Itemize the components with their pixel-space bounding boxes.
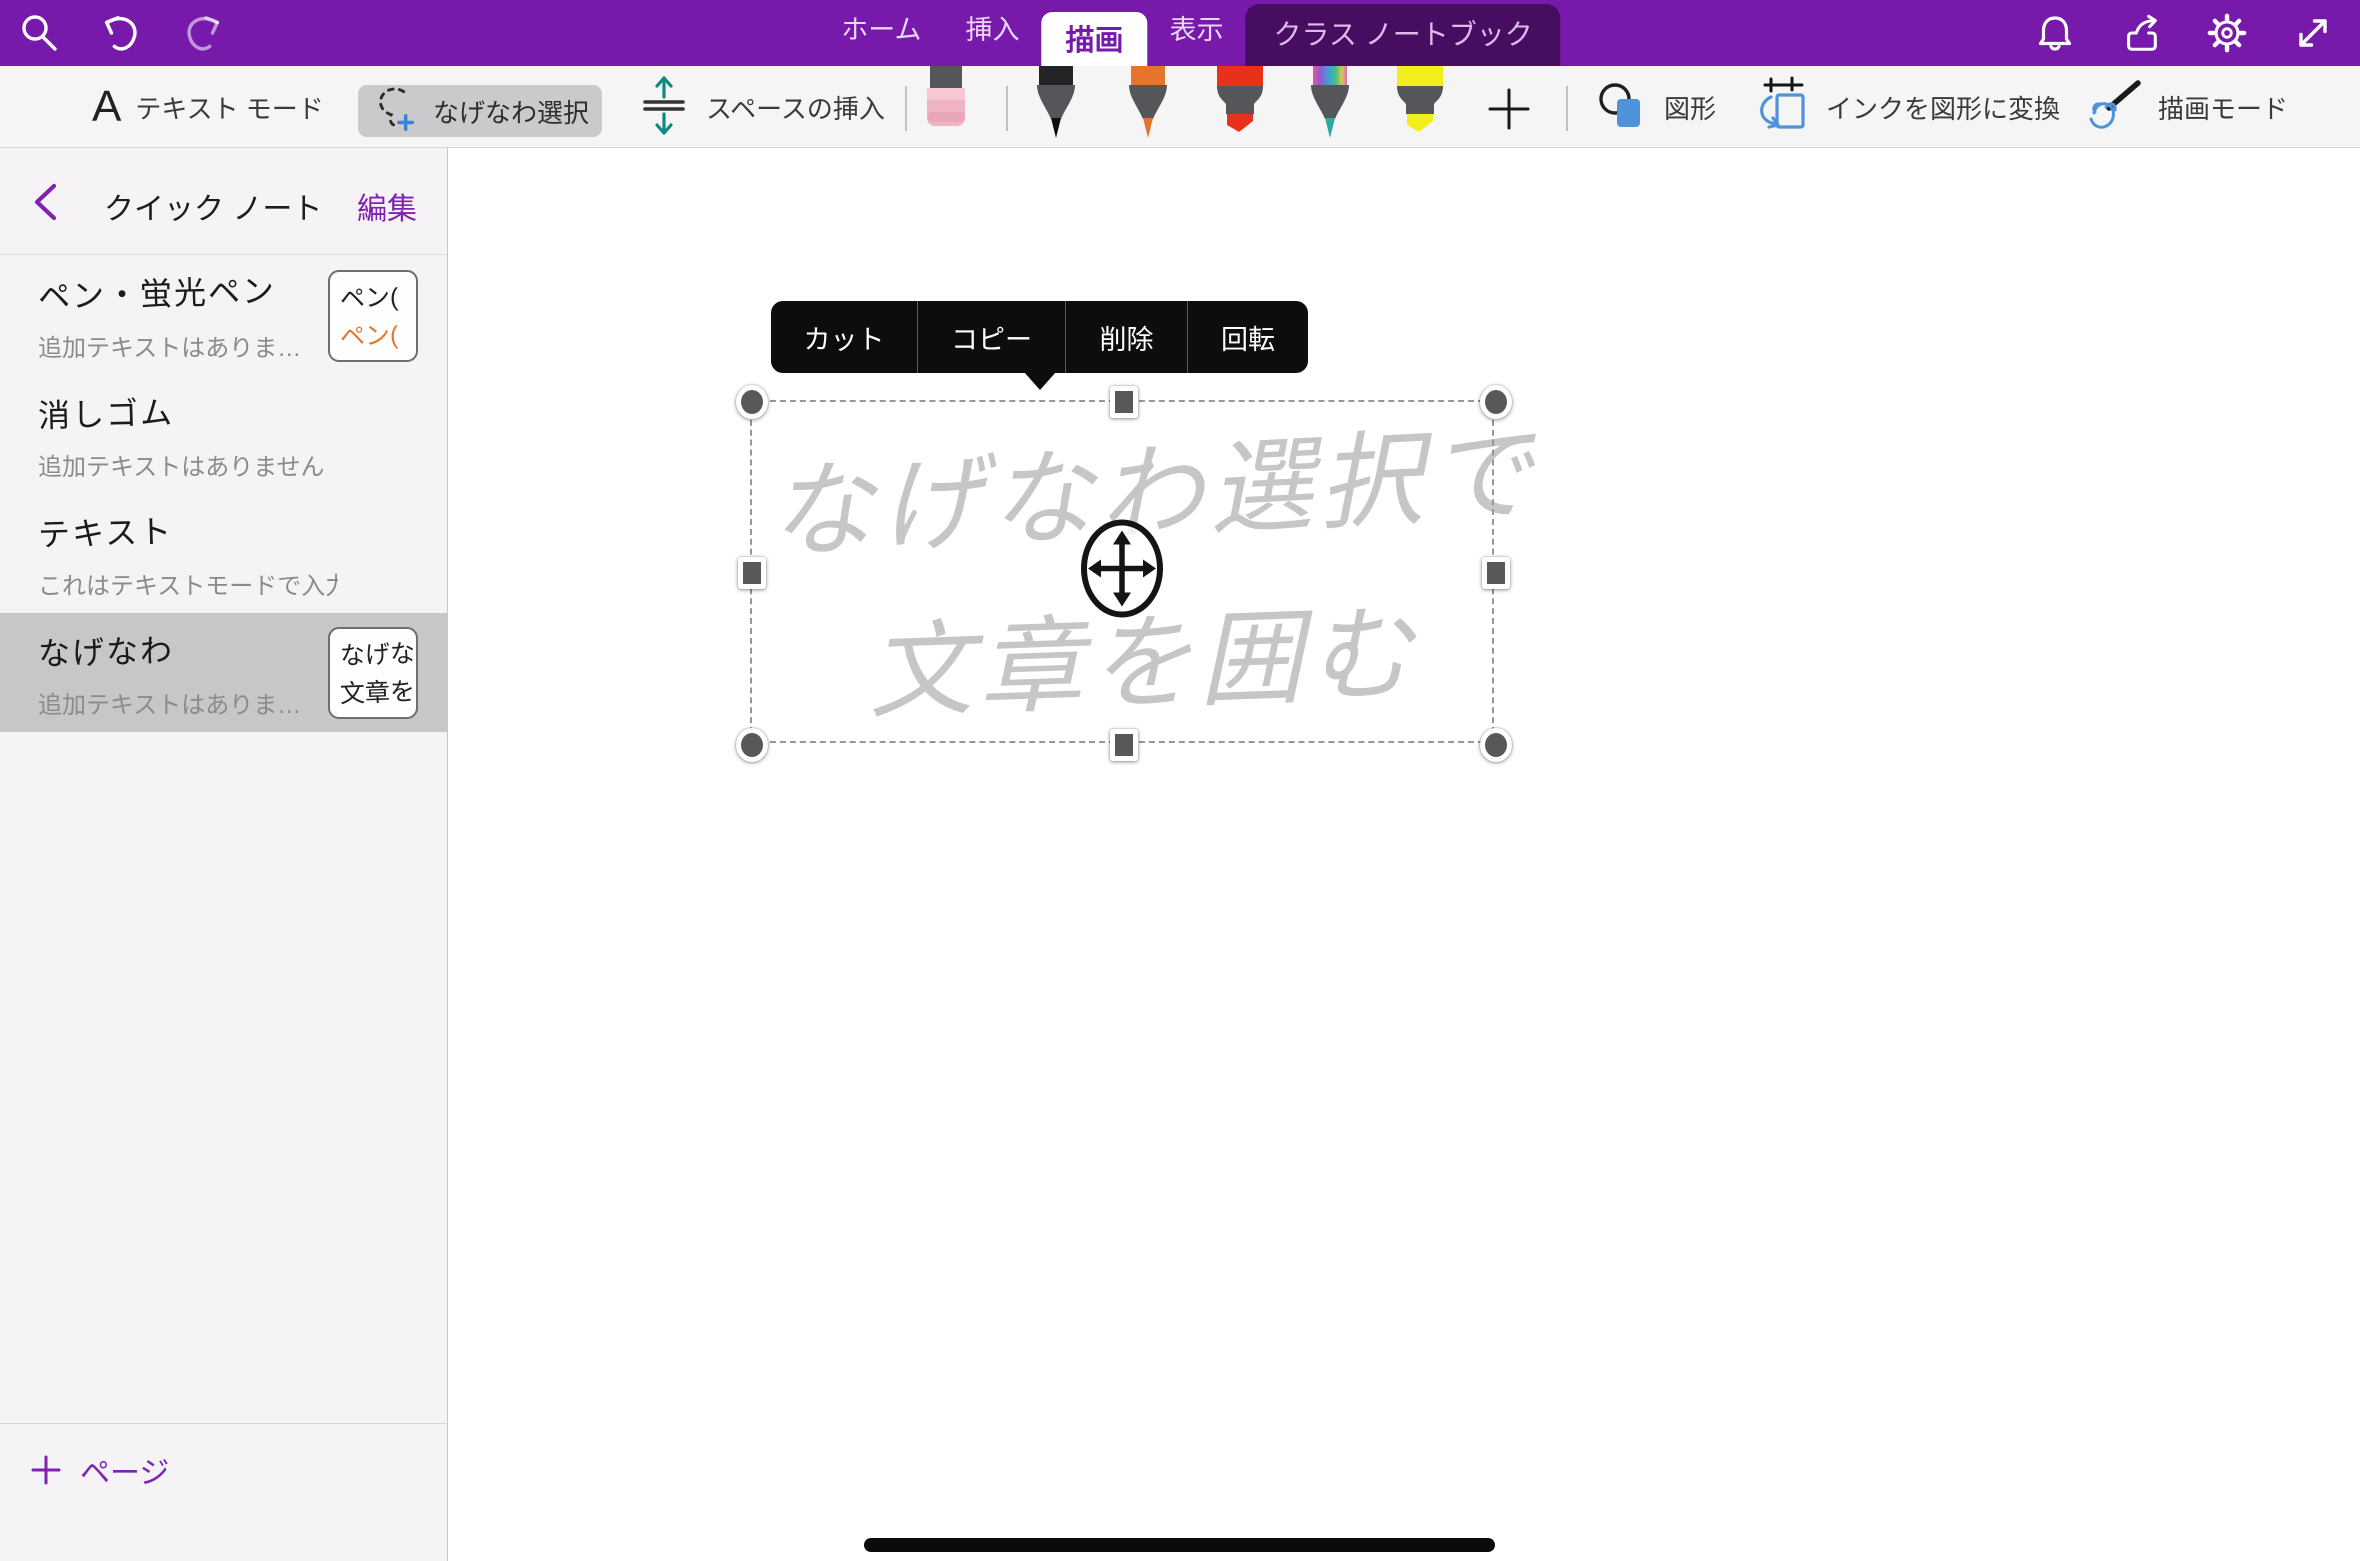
settings-gear-icon[interactable] <box>2206 12 2248 54</box>
insert-space-button[interactable]: スペースの挿入 <box>636 66 885 148</box>
lasso-select-label: なげなわ選択 <box>433 93 589 130</box>
share-icon[interactable] <box>2120 12 2162 54</box>
add-pen-button[interactable] <box>1486 86 1532 132</box>
home-indicator-bar[interactable] <box>864 1538 1495 1552</box>
ink-to-shape-icon <box>1752 75 1812 140</box>
context-menu-pointer <box>1024 372 1056 390</box>
edit-button[interactable]: 編集 <box>357 184 417 228</box>
toolbar-divider <box>905 86 907 131</box>
shapes-icon <box>1596 78 1650 137</box>
resize-handle-right[interactable] <box>1482 557 1510 589</box>
lasso-icon <box>371 83 423 140</box>
note-canvas[interactable] <box>449 148 2360 1561</box>
text-mode-button[interactable]: A テキスト モード <box>92 66 324 148</box>
page-list-item-eraser[interactable]: 消しゴム 追加テキストはありません <box>0 375 448 494</box>
sidebar-header: クイック ノート 編集 <box>0 148 447 255</box>
page-subtitle: 追加テキストはありま… <box>38 328 338 363</box>
draw-mode-button[interactable]: 描画モード <box>2082 66 2288 148</box>
context-copy-button[interactable]: コピー <box>917 301 1065 373</box>
add-page-plus-icon <box>30 1454 62 1486</box>
topbar-left-icons <box>18 0 224 66</box>
red-highlighter-tool[interactable] <box>1214 66 1266 141</box>
tab-class-notebook[interactable]: クラス ノートブック <box>1245 4 1560 66</box>
topbar-right-icons <box>2034 0 2334 66</box>
draw-toolbar: A テキスト モード なげなわ選択 <box>0 66 2360 148</box>
insert-space-label: スペースの挿入 <box>706 89 885 126</box>
context-rotate-button[interactable]: 回転 <box>1187 301 1308 373</box>
resize-handle-left[interactable] <box>738 557 766 589</box>
orange-pen-tool[interactable] <box>1124 66 1172 145</box>
page-subtitle: 追加テキストはありま… <box>38 685 338 720</box>
resize-handle-bottom[interactable] <box>1110 729 1138 761</box>
page-subtitle: これはテキストモードで入力し… <box>38 566 338 601</box>
page-subtitle: 追加テキストはありません <box>38 447 338 482</box>
tab-view[interactable]: 表示 <box>1147 8 1245 66</box>
resize-handle-top-left[interactable] <box>736 385 768 419</box>
bell-icon[interactable] <box>2034 12 2076 54</box>
resize-handle-top-right[interactable] <box>1480 385 1512 419</box>
black-pen-tool[interactable] <box>1032 66 1080 145</box>
back-chevron-icon[interactable] <box>28 180 64 224</box>
context-delete-button[interactable]: 削除 <box>1065 301 1187 373</box>
ink-to-shape-button[interactable]: インクを図形に変換 <box>1752 66 2060 148</box>
shapes-button[interactable]: 図形 <box>1596 66 1716 148</box>
eraser-tool[interactable] <box>922 66 970 133</box>
page-list: ペン・蛍光ペン 追加テキストはありま… ペン( ペン( 消しゴム 追加テキストは… <box>0 256 447 732</box>
redo-icon[interactable] <box>182 12 224 54</box>
fullscreen-icon[interactable] <box>2292 12 2334 54</box>
sidebar-footer: ページ <box>0 1423 448 1561</box>
draw-mode-label: 描画モード <box>2158 89 2288 126</box>
page-list-sidebar: クイック ノート 編集 ペン・蛍光ペン 追加テキストはありま… ペン( ペン( … <box>0 148 448 1561</box>
top-app-bar: ホーム 挿入 描画 表示 クラス ノートブック <box>0 0 2360 66</box>
page-ink-thumbnail: なげなわ 文章を <box>328 627 418 719</box>
text-mode-label: テキスト モード <box>135 89 323 126</box>
add-page-button[interactable]: ページ <box>30 1448 169 1492</box>
page-ink-thumbnail: ペン( ペン( <box>328 270 418 362</box>
page-list-item-lasso[interactable]: なげなわ 追加テキストはありま… なげなわ 文章を <box>0 613 448 732</box>
page-title: テキスト <box>37 499 448 556</box>
resize-handle-top[interactable] <box>1110 386 1138 418</box>
insert-space-icon <box>636 73 692 142</box>
rainbow-pen-tool[interactable] <box>1306 66 1354 145</box>
context-cut-button[interactable]: カット <box>771 301 917 373</box>
notebook-section-title: クイック ノート <box>104 184 322 228</box>
ink-context-menu: カット コピー 削除 回転 <box>771 301 1308 373</box>
draw-mode-hand-icon <box>2082 77 2144 138</box>
tab-insert[interactable]: 挿入 <box>943 8 1041 66</box>
ink-to-shape-label: インクを図形に変換 <box>1826 89 2060 126</box>
onenote-app: ホーム 挿入 描画 表示 クラス ノートブック <box>0 0 2360 1561</box>
yellow-highlighter-tool[interactable] <box>1394 66 1446 141</box>
page-title: 消しゴム <box>37 380 448 437</box>
undo-icon[interactable] <box>100 12 142 54</box>
page-list-item-pens[interactable]: ペン・蛍光ペン 追加テキストはありま… ペン( ペン( <box>0 256 448 375</box>
text-mode-a-icon: A <box>92 85 121 129</box>
ribbon-tabs: ホーム 挿入 描画 表示 クラス ノートブック <box>819 4 1560 66</box>
tab-draw[interactable]: 描画 <box>1041 12 1147 66</box>
move-handle-icon[interactable] <box>1078 517 1166 626</box>
page-list-item-text[interactable]: テキスト これはテキストモードで入力し… <box>0 494 448 613</box>
add-page-label: ページ <box>80 1448 169 1492</box>
shapes-label: 図形 <box>1664 89 1716 126</box>
toolbar-divider <box>1566 86 1568 131</box>
search-icon[interactable] <box>18 12 60 54</box>
lasso-select-button[interactable]: なげなわ選択 <box>358 85 602 137</box>
resize-handle-bottom-left[interactable] <box>736 728 768 762</box>
toolbar-divider <box>1006 86 1008 131</box>
tab-home[interactable]: ホーム <box>819 8 943 66</box>
resize-handle-bottom-right[interactable] <box>1480 728 1512 762</box>
